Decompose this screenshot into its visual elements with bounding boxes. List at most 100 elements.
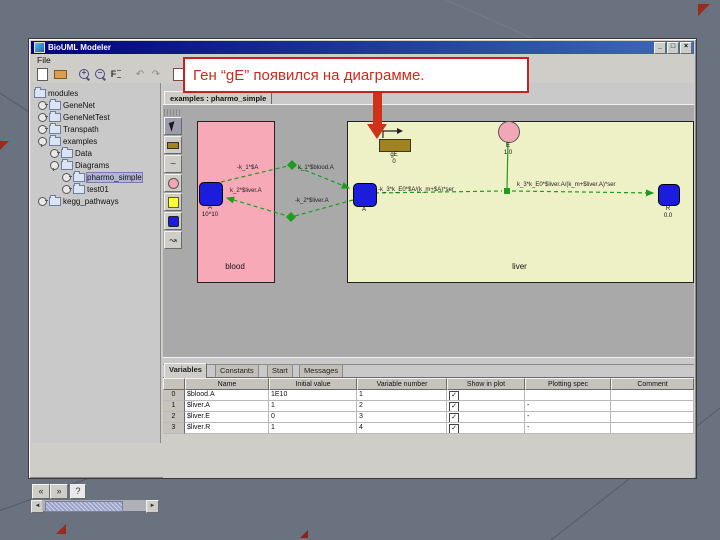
edge-label-k2-right: -k_2*$liver.A (295, 198, 329, 204)
column-header-initial: Initial value (269, 378, 357, 390)
tree-item-transpath[interactable]: Transpath (38, 123, 99, 135)
palette-drag-handle[interactable] (164, 109, 180, 116)
expand-handle-icon[interactable] (62, 185, 72, 194)
cell-varnum[interactable]: 4 (357, 423, 447, 434)
cell-name[interactable]: $liver.E (185, 412, 269, 423)
maximize-button[interactable]: □ (667, 41, 679, 54)
folder-icon (49, 123, 61, 134)
cell-spec[interactable] (525, 390, 611, 401)
variables-table: Name Initial value Variable number Show … (163, 377, 694, 478)
tree-item-pharmo-simple[interactable]: pharmo_simple (62, 171, 143, 183)
column-header-index (163, 378, 185, 390)
node-product-r[interactable] (658, 184, 680, 206)
cell-name[interactable]: $liver.A (185, 401, 269, 412)
open-icon[interactable] (53, 67, 67, 81)
cell-name[interactable]: $blood.A (185, 390, 269, 401)
substance-tool-button[interactable] (164, 212, 182, 230)
expand-handle-icon[interactable] (50, 149, 60, 158)
tree-item-kegg-pathways[interactable]: kegg_pathways (38, 195, 119, 207)
cell-spec[interactable]: - (525, 423, 611, 434)
curve-tool-button[interactable]: ↝ (164, 231, 182, 249)
tab-constants[interactable]: Constants (215, 364, 259, 378)
tree-item-examples[interactable]: examples (38, 135, 97, 147)
cell-comment[interactable] (611, 423, 694, 434)
scrollbar-thumb[interactable] (45, 501, 123, 512)
cell-varnum[interactable]: 3 (357, 412, 447, 423)
checkbox-checked[interactable]: ✓ (449, 391, 459, 400)
cell-name[interactable]: $liver.R (185, 423, 269, 434)
back-button[interactable]: « (32, 484, 50, 499)
cell-initial[interactable]: 1 (269, 401, 357, 412)
cell-varnum[interactable]: 2 (357, 401, 447, 412)
checkbox-checked[interactable]: ✓ (449, 413, 459, 422)
node-blood-a[interactable] (199, 182, 223, 206)
folder-icon (49, 111, 61, 122)
tree-item-modules[interactable]: modules (34, 87, 78, 99)
cell-comment[interactable] (611, 390, 694, 401)
tree-item-test01[interactable]: test01 (62, 183, 109, 195)
row-index: 1 (163, 401, 185, 412)
expand-handle-icon[interactable] (38, 125, 48, 134)
cell-initial[interactable]: 1E10 (269, 390, 357, 401)
app-window: BioUML Modeler _ □ × File + − F ↶ ↷ modu… (28, 38, 697, 513)
redo-icon[interactable]: ↷ (149, 67, 163, 81)
cell-comment[interactable] (611, 412, 694, 423)
node-label-blood-a: A 10^10 (201, 205, 219, 218)
tab-start[interactable]: Start (267, 364, 293, 378)
checkbox-checked[interactable]: ✓ (449, 424, 459, 433)
reaction-tool-button[interactable]: ~ (164, 155, 182, 173)
cell-initial[interactable]: 1 (269, 423, 357, 434)
diagram-canvas[interactable]: ~ ↝ A 10^10 A E 1.0 gE 0 R 0.0 -k_1*$A k… (163, 105, 694, 357)
forward-button[interactable]: » (50, 484, 68, 499)
zoom-in-icon[interactable]: + (77, 67, 91, 81)
collapse-handle-icon[interactable] (50, 161, 59, 171)
node-enzyme-e[interactable] (498, 121, 520, 143)
expand-handle-icon[interactable] (38, 197, 48, 206)
repository-tree: modules GeneNet GeneNetTest Transpath ex… (31, 83, 161, 513)
decor-triangle (300, 530, 308, 538)
cell-varnum[interactable]: 1 (357, 390, 447, 401)
help-button[interactable]: ? (70, 484, 86, 499)
substance-icon (167, 215, 179, 227)
slide: BioUML Modeler _ □ × File + − F ↶ ↷ modu… (0, 0, 720, 540)
cell-show: ✓ (447, 390, 525, 401)
new-document-icon[interactable] (35, 67, 49, 81)
title-bar[interactable]: BioUML Modeler _ □ × (31, 41, 694, 54)
expand-handle-icon[interactable] (38, 113, 48, 122)
compartment-icon (167, 196, 179, 208)
cell-initial[interactable]: 0 (269, 412, 357, 423)
column-header-show: Show in plot (447, 378, 525, 390)
gene-tool-button[interactable] (164, 136, 182, 154)
expand-handle-icon[interactable] (62, 173, 72, 182)
diagram-icon (73, 171, 85, 182)
node-liver-a[interactable] (353, 183, 377, 207)
tree-item-genenet[interactable]: GeneNet (38, 99, 95, 111)
undo-icon[interactable]: ↶ (133, 67, 147, 81)
callout-text: Ген “gE” появился на диаграмме. (193, 66, 425, 84)
select-tool-button[interactable] (164, 117, 182, 135)
row-index: 0 (163, 390, 185, 401)
tab-variables[interactable]: Variables (164, 363, 207, 378)
compartment-tool-button[interactable] (164, 193, 182, 211)
collapse-handle-icon[interactable] (38, 137, 47, 147)
tree-item-diagrams[interactable]: Diagrams (50, 159, 109, 171)
scroll-right-button[interactable]: ► (146, 500, 159, 513)
checkbox-checked[interactable]: ✓ (449, 402, 459, 411)
protein-tool-button[interactable] (164, 174, 182, 192)
tab-messages[interactable]: Messages (299, 364, 344, 378)
tree-item-genenettest[interactable]: GeneNetTest (38, 111, 110, 123)
edge-label-k1-left: -k_1*$A (237, 165, 259, 171)
expand-handle-icon[interactable] (38, 101, 48, 110)
minimize-button[interactable]: _ (654, 41, 666, 54)
menu-file[interactable]: File (37, 55, 51, 65)
cell-spec[interactable]: - (525, 412, 611, 423)
tree-item-data[interactable]: Data (50, 147, 92, 159)
format-icon[interactable]: F (109, 67, 123, 81)
palette: ~ ↝ (164, 109, 182, 249)
cell-spec[interactable]: - (525, 401, 611, 412)
close-button[interactable]: × (680, 41, 692, 54)
cell-comment[interactable] (611, 401, 694, 412)
node-gene-ge[interactable] (379, 139, 411, 152)
node-label-product-r: R 0.0 (663, 206, 673, 219)
zoom-out-icon[interactable]: − (93, 67, 107, 81)
